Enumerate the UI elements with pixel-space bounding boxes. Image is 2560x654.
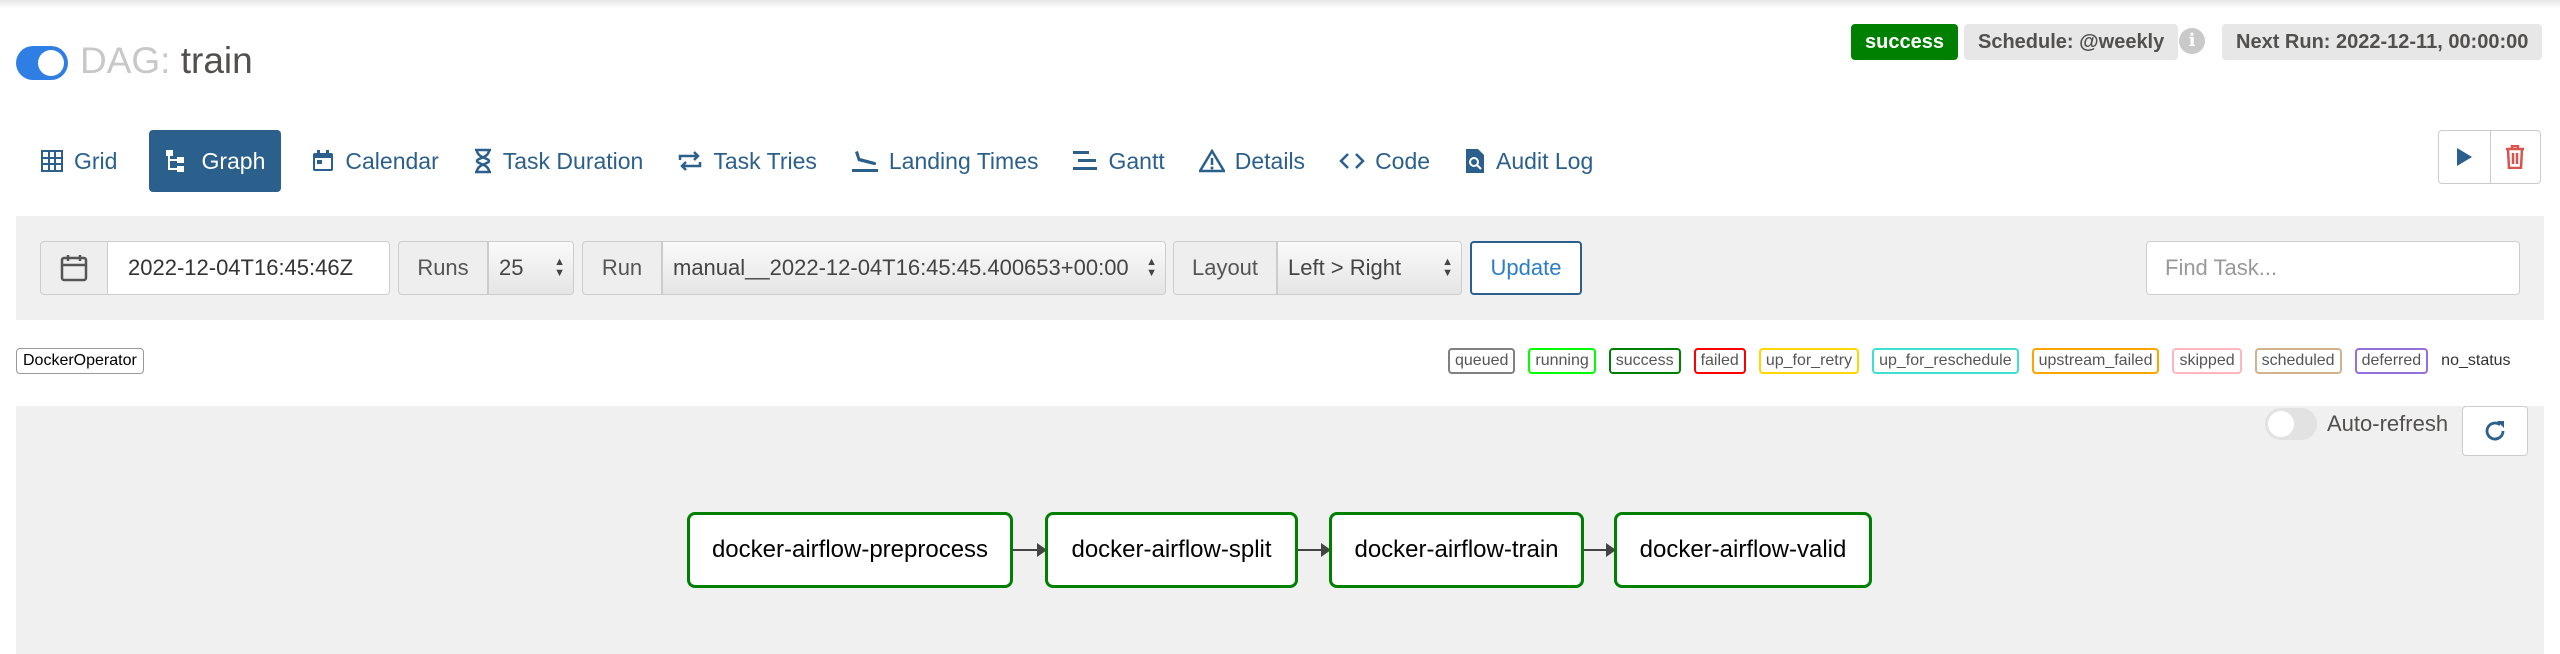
update-button[interactable]: Update: [1470, 241, 1582, 295]
tab-details[interactable]: Details: [1183, 130, 1321, 192]
toggle-knob: [38, 50, 64, 76]
page-title: DAG: train: [80, 36, 253, 86]
layout-label: Layout: [1173, 241, 1277, 295]
tab-gantt[interactable]: Gantt: [1056, 130, 1180, 192]
gantt-icon: [1073, 151, 1098, 170]
audit-log-icon: [1466, 149, 1485, 173]
tab-label: Graph: [201, 147, 266, 174]
dag-prefix: DAG:: [80, 40, 171, 81]
operator-legend-docker[interactable]: DockerOperator: [16, 348, 144, 374]
legend-up-for-reschedule[interactable]: up_for_reschedule: [1872, 348, 2019, 374]
task-node[interactable]: docker-airflow-split: [1045, 512, 1298, 588]
tab-label: Task Duration: [502, 147, 644, 174]
runs-label: Runs: [398, 241, 488, 295]
warning-triangle-icon: [1198, 149, 1225, 173]
auto-refresh-label: Auto-refresh: [2327, 411, 2449, 436]
legend-queued[interactable]: queued: [1448, 348, 1516, 374]
task-node[interactable]: docker-airflow-preprocess: [687, 512, 1013, 588]
tab-grid[interactable]: Grid: [24, 130, 133, 192]
tab-label: Grid: [74, 147, 118, 174]
schedule-badge: Schedule: @weekly: [1964, 24, 2179, 60]
layout-select[interactable]: Left > Right ▲ ▼: [1277, 241, 1462, 295]
task-node[interactable]: docker-airflow-train: [1329, 512, 1584, 588]
code-icon: [1339, 153, 1365, 169]
run-label: Run: [582, 241, 662, 295]
dag-name: train: [180, 40, 253, 81]
runs-value: 25: [499, 255, 524, 280]
legend-scheduled[interactable]: scheduled: [2254, 348, 2342, 374]
toggle-knob: [2268, 411, 2294, 437]
play-icon: [2457, 148, 2473, 166]
tab-label: Landing Times: [888, 147, 1039, 174]
hourglass-icon: [474, 148, 491, 174]
dependency-edge: [1298, 543, 1331, 557]
tab-label: Task Tries: [713, 147, 817, 174]
tab-code[interactable]: Code: [1323, 130, 1446, 192]
next-run-badge: Next Run: 2022-12-11, 00:00:00: [2222, 24, 2543, 60]
legend-success[interactable]: success: [1608, 348, 1681, 374]
layout-value: Left > Right: [1288, 255, 1402, 280]
calendar-icon: [60, 255, 88, 282]
dag-state-badge: success: [1851, 24, 1958, 60]
tab-task-duration[interactable]: Task Duration: [457, 130, 660, 192]
dependency-edge: [1584, 543, 1616, 557]
run-value: manual__2022-12-04T16:45:45.400653+00:00: [673, 255, 1129, 280]
run-select[interactable]: manual__2022-12-04T16:45:45.400653+00:00…: [662, 241, 1166, 295]
grid-icon: [41, 150, 63, 172]
trigger-dag-button[interactable]: [2439, 131, 2490, 183]
find-task-input[interactable]: Find Task...: [2146, 241, 2520, 295]
tab-label: Code: [1375, 147, 1431, 174]
dependency-edge: [1013, 543, 1047, 557]
legend-up-for-retry[interactable]: up_for_retry: [1758, 348, 1860, 374]
trash-icon: [2506, 145, 2525, 169]
info-icon[interactable]: i: [2179, 28, 2205, 54]
graph-canvas[interactable]: Auto-refresh docker-airflow-preprocess d…: [16, 406, 2544, 654]
tab-label: Audit Log: [1496, 147, 1594, 174]
legend-running[interactable]: running: [1528, 348, 1596, 374]
tab-label: Calendar: [345, 147, 439, 174]
legend-upstream-failed[interactable]: upstream_failed: [2031, 348, 2160, 374]
tab-landing-times[interactable]: Landing Times: [835, 130, 1055, 192]
delete-dag-button[interactable]: [2489, 131, 2541, 183]
runs-select[interactable]: 25 ▲ ▼: [488, 241, 574, 295]
tab-label: Gantt: [1108, 147, 1165, 174]
retry-icon: [679, 151, 702, 171]
landing-icon: [851, 151, 878, 172]
legend-no-status[interactable]: no_status: [2441, 352, 2510, 370]
tab-graph[interactable]: Graph: [149, 130, 282, 192]
tab-calendar[interactable]: Calendar: [295, 130, 454, 192]
tab-audit-log[interactable]: Audit Log: [1448, 130, 1609, 192]
legend-deferred[interactable]: deferred: [2354, 348, 2429, 374]
select-caret-icon: ▲ ▼: [554, 256, 565, 279]
auto-refresh-toggle[interactable]: [2265, 408, 2317, 440]
dag-pause-toggle[interactable]: [16, 46, 68, 80]
graph-toolbar: 2022-12-04T16:45:46Z Runs 25 ▲ ▼ Run manu…: [16, 216, 2544, 320]
task-node[interactable]: docker-airflow-valid: [1614, 512, 1872, 588]
state-legend: queued running success failed up_for_ret…: [1448, 348, 2511, 374]
top-shadow: [0, 0, 2560, 8]
tab-task-tries[interactable]: Task Tries: [661, 130, 833, 192]
auto-refresh-control: Auto-refresh: [2265, 408, 2448, 440]
tab-label: Details: [1234, 147, 1306, 174]
graph-icon: [166, 150, 185, 172]
calendar-icon: [313, 150, 334, 171]
dag-actions: [2438, 130, 2541, 184]
select-caret-icon: ▲ ▼: [1442, 256, 1453, 279]
refresh-icon: [2485, 421, 2505, 441]
base-date-input[interactable]: 2022-12-04T16:45:46Z: [108, 241, 390, 295]
refresh-button[interactable]: [2462, 406, 2528, 456]
select-caret-icon: ▲ ▼: [1146, 256, 1157, 279]
view-tabs: Grid Graph Calendar Task Duration Task T…: [24, 130, 1611, 192]
legend-skipped[interactable]: skipped: [2172, 348, 2242, 374]
legend-failed[interactable]: failed: [1693, 348, 1746, 374]
date-picker-button[interactable]: [40, 241, 108, 295]
